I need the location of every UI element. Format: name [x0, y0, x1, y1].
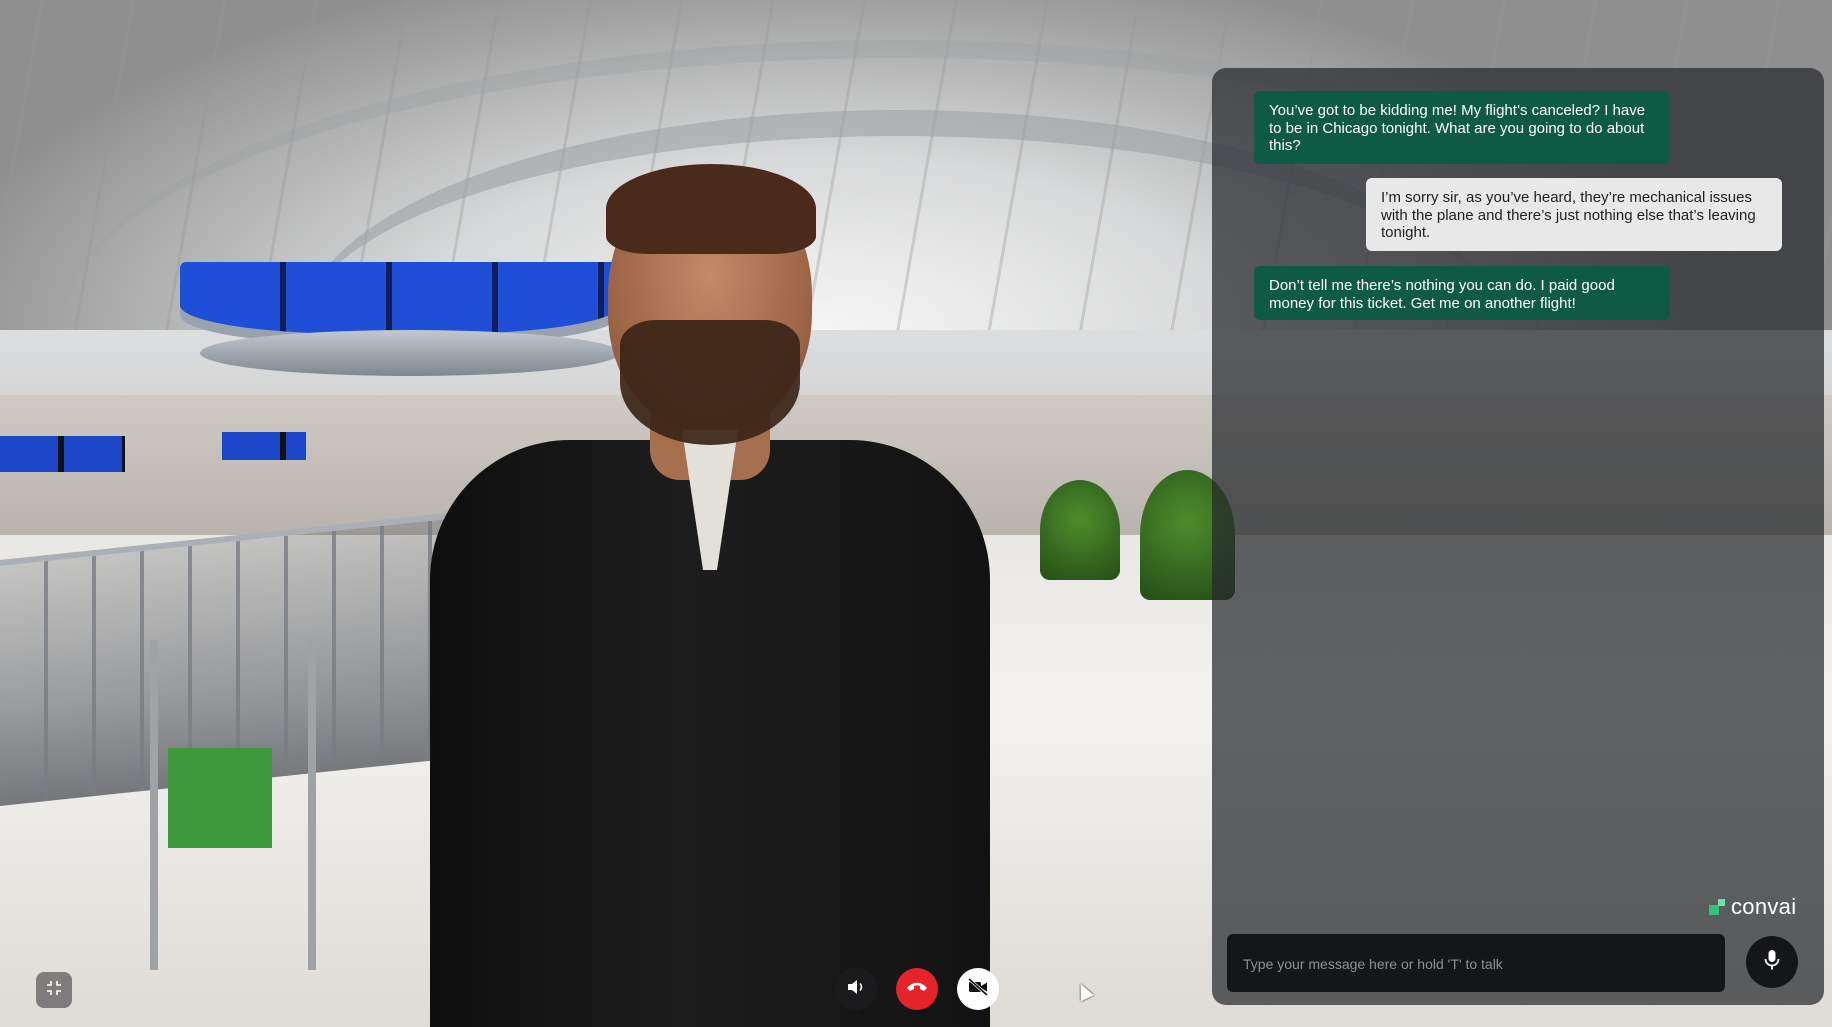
message-input-container: [1227, 934, 1725, 994]
chat-message-user: Don’t tell me there’s nothing you can do…: [1254, 266, 1670, 320]
character-beard: [620, 320, 800, 445]
character-hair: [606, 164, 816, 254]
departure-screen: [0, 436, 125, 472]
speaker-icon: [847, 979, 865, 1000]
chat-message-character: I’m sorry sir, as you’ve heard, they’re …: [1366, 178, 1782, 251]
hang-up-button[interactable]: [896, 968, 938, 1010]
convai-logo: convai: [1709, 893, 1796, 921]
departure-screen: [222, 432, 306, 460]
luggage-cart-panel: [168, 748, 272, 848]
character-avatar: [410, 164, 1010, 1027]
brand-name: convai: [1731, 894, 1797, 919]
video-toggle-button[interactable]: [957, 968, 999, 1010]
exit-fullscreen-button[interactable]: [36, 972, 72, 1008]
convai-mark-icon: [1709, 899, 1725, 915]
microphone-icon: [1763, 949, 1781, 976]
potted-plant: [1040, 480, 1120, 580]
speaker-button[interactable]: [835, 968, 877, 1010]
microphone-button[interactable]: [1746, 936, 1798, 988]
video-off-icon: [967, 977, 989, 1001]
exit-fullscreen-icon: [46, 980, 62, 1001]
phone-hangup-icon: [906, 980, 928, 998]
message-input[interactable]: [1241, 934, 1715, 994]
chat-message-user: You’ve got to be kidding me! My flight’s…: [1254, 91, 1670, 164]
